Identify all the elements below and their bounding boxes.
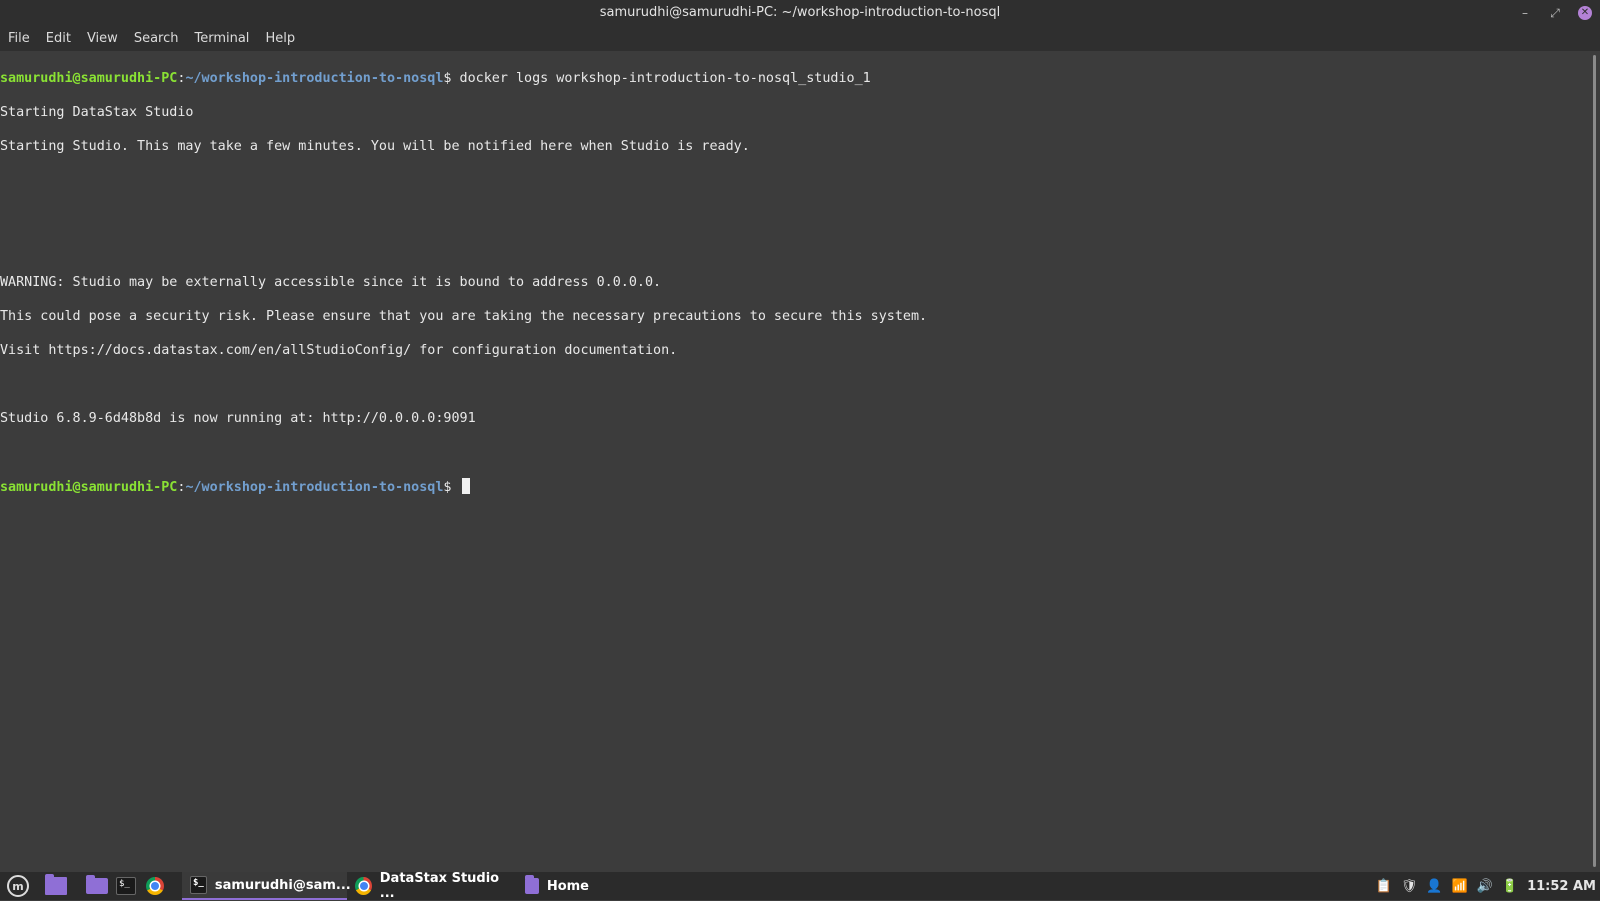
task-label: DataStax Studio ...: [379, 871, 500, 901]
clipboard-icon[interactable]: 📋: [1376, 879, 1392, 894]
task-home[interactable]: Home: [517, 872, 597, 900]
user-icon[interactable]: 👤: [1426, 879, 1442, 894]
terminal-command-line: samurudhi@samurudhi-PC:~/workshop-introd…: [0, 70, 1590, 87]
menu-edit[interactable]: Edit: [38, 26, 79, 51]
scrollbar-thumb[interactable]: [1593, 55, 1596, 867]
wifi-icon[interactable]: 📶: [1452, 879, 1468, 894]
prompt-user: samurudhi@samurudhi-PC: [0, 71, 178, 86]
desktop-icon: [45, 874, 67, 895]
window-title: samurudhi@samurudhi-PC: ~/workshop-intro…: [599, 5, 1001, 20]
terminal-icon: $_: [190, 876, 207, 894]
window-titlebar: samurudhi@samurudhi-PC: ~/workshop-intro…: [0, 0, 1600, 26]
clock[interactable]: 11:52 AM: [1527, 879, 1596, 894]
menu-help[interactable]: Help: [257, 26, 303, 51]
text-cursor: [461, 478, 470, 494]
output-line: Starting Studio. This may take a few min…: [0, 139, 750, 154]
task-label: Home: [546, 878, 589, 894]
menubar: File Edit View Search Terminal Help: [0, 26, 1600, 51]
taskbar: m $_ $_ samurudhi@sam... DataStax Studio…: [0, 871, 1600, 901]
close-icon: ✕: [1578, 6, 1592, 20]
folder-icon: [525, 875, 539, 894]
close-button[interactable]: ✕: [1570, 0, 1600, 26]
start-menu-button[interactable]: m: [0, 872, 36, 900]
prompt-dollar: $: [443, 480, 460, 495]
shield-icon[interactable]: 🛡: [1401, 879, 1418, 894]
output-line: Visit https://docs.datastax.com/en/allSt…: [0, 343, 678, 358]
maximize-button[interactable]: ⤢: [1540, 0, 1570, 26]
output-line: Studio 6.8.9-6d48b8d is now running at: …: [0, 411, 476, 426]
window-controls: – ⤢ ✕: [1510, 0, 1600, 26]
chrome-icon: [146, 877, 164, 895]
minimize-button[interactable]: –: [1510, 0, 1540, 26]
folder-icon: [86, 875, 108, 894]
chrome-icon: [355, 877, 372, 895]
minimize-icon: –: [1522, 6, 1528, 20]
menu-file[interactable]: File: [0, 26, 38, 51]
output-line: Starting DataStax Studio: [0, 105, 194, 120]
output-line: WARNING: Studio may be externally access…: [0, 275, 662, 290]
prompt-path: ~/workshop-introduction-to-nosql: [185, 71, 444, 86]
terminal-prompt-line[interactable]: samurudhi@samurudhi-PC:~/workshop-introd…: [0, 478, 1590, 495]
task-chrome[interactable]: DataStax Studio ...: [347, 871, 517, 901]
files-launcher[interactable]: [82, 872, 112, 900]
volume-icon[interactable]: 🔊: [1477, 879, 1493, 894]
prompt-user: samurudhi@samurudhi-PC: [0, 480, 178, 495]
system-tray: 📋 🛡 👤 📶 🔊 🔋 11:52 AM: [1376, 872, 1596, 900]
terminal-output[interactable]: samurudhi@samurudhi-PC:~/workshop-introd…: [0, 51, 1590, 874]
maximize-icon: ⤢: [1550, 6, 1560, 20]
task-label: samurudhi@sam...: [214, 877, 351, 893]
prompt-path: ~/workshop-introduction-to-nosql: [185, 480, 444, 495]
command-text: docker logs workshop-introduction-to-nos…: [459, 71, 871, 86]
menu-view[interactable]: View: [79, 26, 126, 51]
mint-logo-icon: m: [7, 875, 29, 897]
prompt-dollar: $: [443, 71, 460, 86]
terminal-icon: $_: [116, 877, 136, 895]
chrome-launcher[interactable]: [140, 872, 170, 900]
output-line: This could pose a security risk. Please …: [0, 309, 928, 324]
terminal-scrollbar[interactable]: [1590, 51, 1600, 872]
task-terminal[interactable]: $_ samurudhi@sam...: [182, 872, 351, 900]
menu-search[interactable]: Search: [126, 26, 187, 51]
battery-icon[interactable]: 🔋: [1502, 879, 1518, 894]
show-desktop-launcher[interactable]: [36, 872, 76, 900]
menu-terminal[interactable]: Terminal: [186, 26, 257, 51]
terminal-launcher[interactable]: $_: [112, 872, 140, 900]
